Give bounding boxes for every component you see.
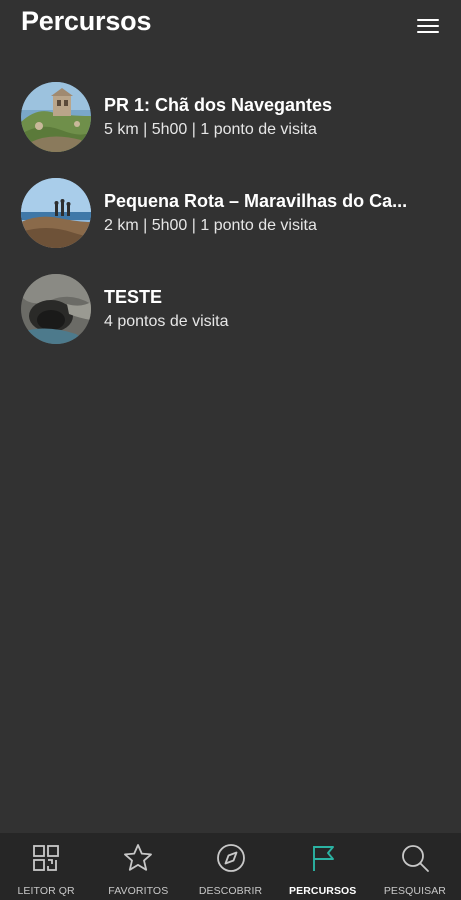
route-details: 4 pontos de visita bbox=[104, 313, 229, 330]
route-details: 5 km | 5h00 | 1 ponto de visita bbox=[104, 121, 317, 138]
route-thumbnail-image bbox=[21, 274, 91, 344]
search-icon bbox=[402, 845, 429, 872]
route-details: 2 km | 5h00 | 1 ponto de visita bbox=[104, 217, 317, 234]
route-title: PR 1: Chã dos Navegantes bbox=[104, 95, 333, 115]
routes-list: PR 1: Chã dos Navegantes 5 km | 5h00 | 1… bbox=[0, 70, 461, 358]
nav-tab-pesquisar[interactable]: PESQUISAR bbox=[369, 833, 461, 900]
route-item-teste[interactable]: TESTE 4 pontos de visita bbox=[0, 262, 461, 358]
nav-label: PERCURSOS bbox=[289, 885, 357, 897]
qr-code-icon bbox=[33, 845, 59, 871]
nav-label: DESCOBRIR bbox=[198, 885, 263, 897]
route-item-maravilhas[interactable]: Pequena Rota – Maravilhas do Ca... 2 km … bbox=[0, 166, 461, 262]
hamburger-menu-icon[interactable] bbox=[414, 14, 442, 38]
route-thumbnail-image bbox=[21, 178, 91, 248]
nav-label: FAVORITOS bbox=[108, 885, 169, 897]
route-title: TESTE bbox=[104, 287, 163, 307]
route-title: Pequena Rota – Maravilhas do Ca... bbox=[104, 191, 408, 211]
nav-tab-favoritos[interactable]: FAVORITOS bbox=[92, 833, 184, 900]
route-thumbnail-image bbox=[21, 82, 91, 152]
bottom-navigation: LEITOR QR FAVORITOS DESCOBRIR PERCURSOS bbox=[0, 833, 461, 900]
nav-label: LEITOR QR bbox=[17, 885, 75, 897]
route-item-cha-dos-navegantes[interactable]: PR 1: Chã dos Navegantes 5 km | 5h00 | 1… bbox=[0, 70, 461, 166]
app-header: Percursos bbox=[0, 0, 461, 48]
nav-label: PESQUISAR bbox=[383, 885, 446, 897]
nav-tab-descobrir[interactable]: DESCOBRIR bbox=[184, 833, 276, 900]
nav-tab-percursos[interactable]: PERCURSOS bbox=[277, 833, 369, 900]
star-icon bbox=[124, 844, 153, 871]
app-screen: Percursos PR 1: Chã dos Navegantes 5 km … bbox=[0, 0, 461, 900]
flag-icon bbox=[312, 846, 334, 871]
compass-icon bbox=[216, 844, 245, 872]
nav-tab-leitor-qr[interactable]: LEITOR QR bbox=[0, 833, 92, 900]
page-title: Percursos bbox=[21, 6, 152, 36]
